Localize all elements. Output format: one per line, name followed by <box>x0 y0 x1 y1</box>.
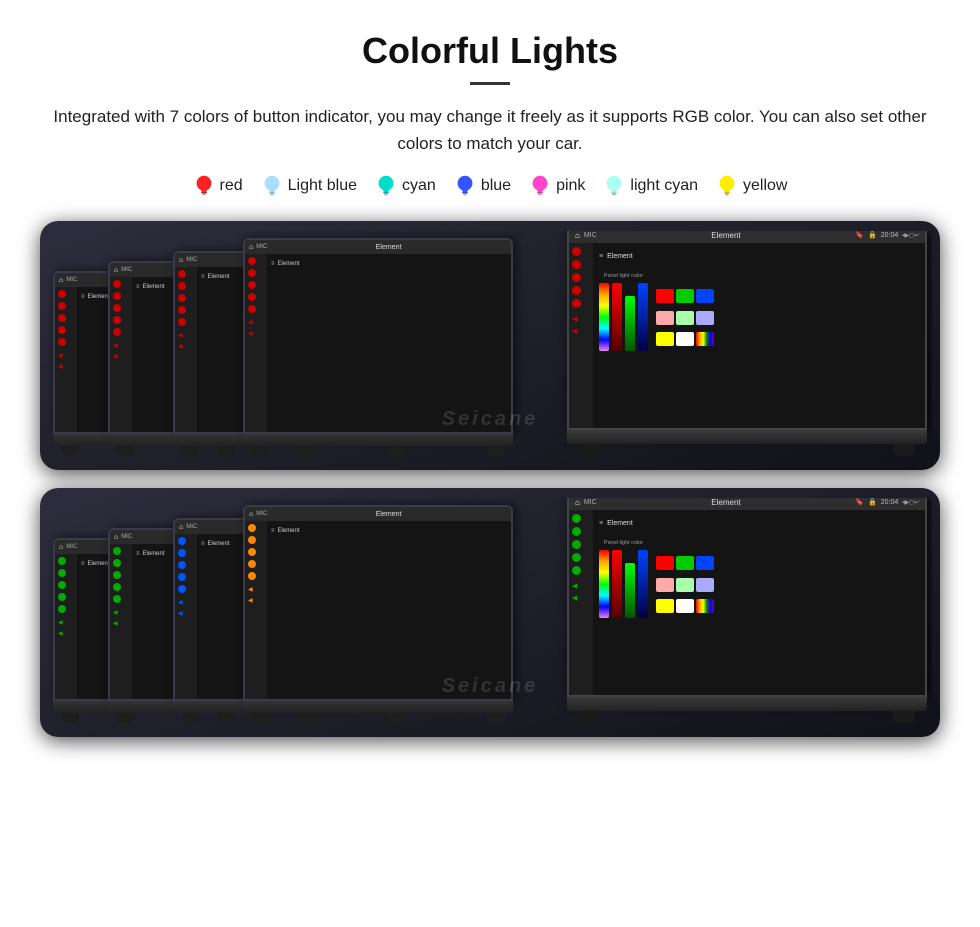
screen-time-g2: 20:04 <box>881 499 899 506</box>
device-group-2-inner: ⌂ MIC Element ◀ ◀ <box>48 498 932 723</box>
color-label-yellow: yellow <box>743 177 787 195</box>
device-group-2: ⌂ MIC Element ◀ ◀ <box>40 488 940 737</box>
yellow-bulb-icon <box>716 173 738 199</box>
color-indicators-row: red Light blue cyan <box>40 173 940 199</box>
element-label-2b: Element <box>143 551 165 557</box>
element-label-1a: Element <box>88 294 110 300</box>
element-label-main-g2: Element <box>607 520 633 527</box>
color-item-pink: pink <box>529 173 585 199</box>
title-divider <box>470 82 510 85</box>
element-label-3a: Element <box>208 274 230 280</box>
screen-time-g1: 20:04 <box>881 232 899 239</box>
color-label-blue: blue <box>481 177 511 195</box>
screen-title-4b: Element <box>270 511 507 518</box>
color-item-blue: blue <box>454 173 511 199</box>
color-item-yellow: yellow <box>716 173 787 199</box>
color-label-pink: pink <box>556 177 585 195</box>
element-label-1b: Element <box>88 561 110 567</box>
color-label-cyan: cyan <box>402 177 436 195</box>
color-label-red: red <box>220 177 243 195</box>
color-item-lightcyan: light cyan <box>603 173 698 199</box>
screen-title-4a: Element <box>270 244 507 251</box>
red-bulb-icon <box>193 173 215 199</box>
element-label-main-g1: Element <box>607 253 633 260</box>
color-label-lightcyan: light cyan <box>630 177 698 195</box>
color-item-cyan: cyan <box>375 173 436 199</box>
main-screen-title-g2: Element <box>601 498 852 507</box>
device-group-1: ⌂ MIC Element ◀ ◀ <box>40 221 940 470</box>
cyan-bulb-icon <box>375 173 397 199</box>
blue-bulb-icon <box>454 173 476 199</box>
color-label-lightblue: Light blue <box>288 177 357 195</box>
device-group-1-inner: ⌂ MIC Element ◀ ◀ <box>48 231 932 456</box>
bg-device-4b: ⌂ MIC Element ◀ ◀ <box>243 505 513 723</box>
element-label-4b: Element <box>278 528 300 534</box>
lightcyan-bulb-icon <box>603 173 625 199</box>
element-label-3b: Element <box>208 541 230 547</box>
main-screen-title-g1: Element <box>601 231 852 240</box>
panel-light-label-g1: Panel light color <box>604 273 643 279</box>
pink-bulb-icon <box>529 173 551 199</box>
bg-device-4a: ⌂ MIC Element ◀ ◀ <box>243 238 513 456</box>
page-title: Colorful Lights <box>40 30 940 72</box>
description-text: Integrated with 7 colors of button indic… <box>40 103 940 157</box>
element-label-4a: Element <box>278 261 300 267</box>
page-wrapper: Colorful Lights Integrated with 7 colors… <box>0 0 980 767</box>
color-item-lightblue: Light blue <box>261 173 357 199</box>
color-item-red: red <box>193 173 243 199</box>
panel-light-label-g2: Panel light color <box>604 540 643 546</box>
main-device-group1: ⌂ MIC Element 🔖 🔒 20:04 ▪▶◻↩ <box>567 231 927 456</box>
lightblue-bulb-icon <box>261 173 283 199</box>
main-device-group2: ⌂ MIC Element 🔖 🔒 20:04 ▪▶◻↩ <box>567 498 927 723</box>
element-label-2a: Element <box>143 284 165 290</box>
